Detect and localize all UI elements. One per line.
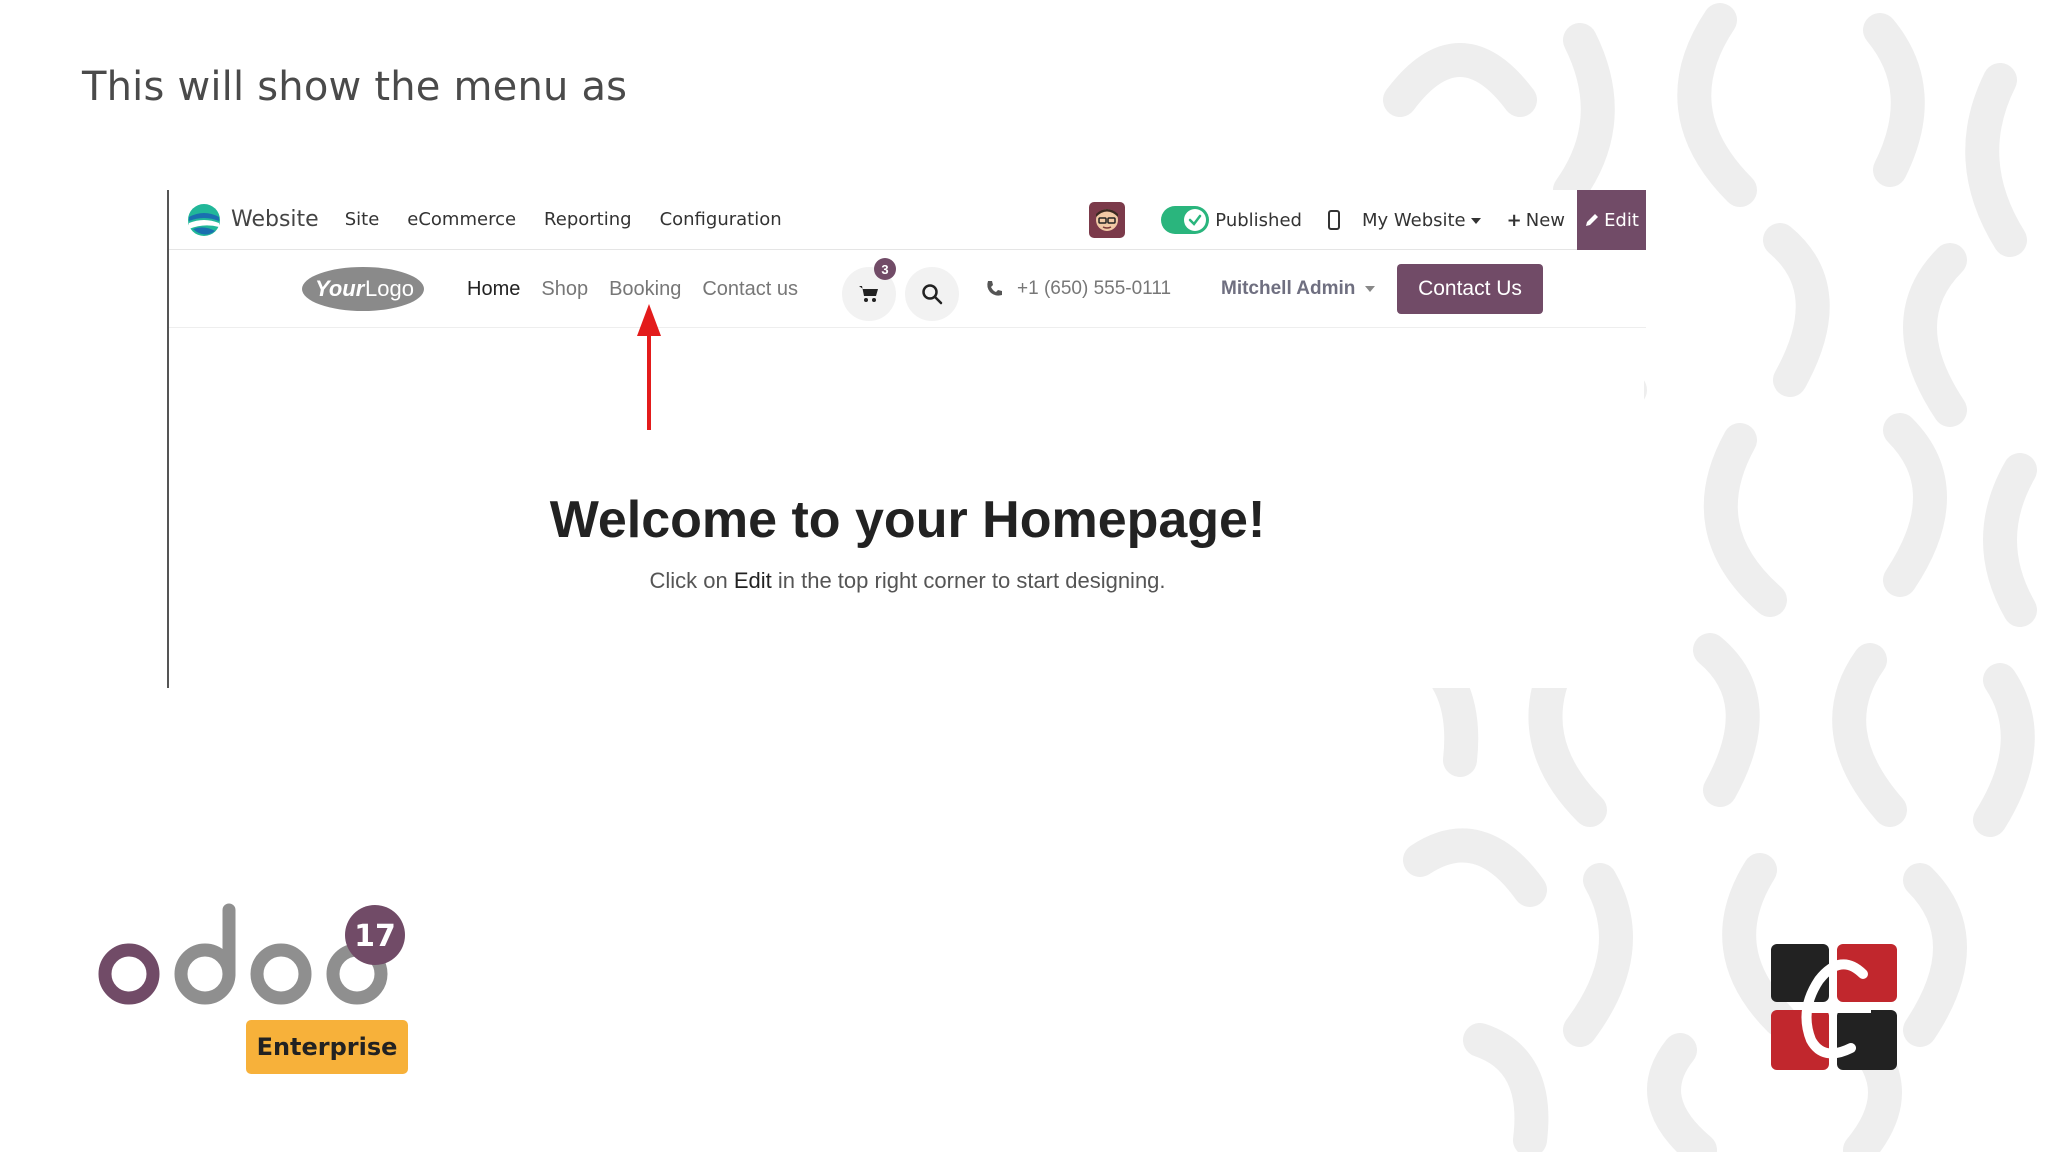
edit-button-label: Edit xyxy=(1604,209,1639,231)
welcome-bold: Homepage xyxy=(982,491,1248,549)
subtext-prefix: Click on xyxy=(649,568,734,593)
cart-count-badge: 3 xyxy=(874,258,896,280)
user-menu[interactable]: Mitchell Admin xyxy=(1221,250,1376,328)
subtext-bold: Edit xyxy=(733,568,772,593)
caret-down-icon xyxy=(1365,286,1376,292)
menu-item-booking[interactable]: Booking xyxy=(609,278,681,301)
published-toggle[interactable] xyxy=(1161,206,1210,234)
pencil-icon xyxy=(1586,214,1599,226)
website-header: Your Logo Home Shop Booking Contact us 3 xyxy=(169,250,1646,328)
user-avatar[interactable] xyxy=(1089,202,1126,238)
odoo-version: 17 xyxy=(354,919,396,954)
odoo-admin-bar: Website Site eCommerce Reporting Configu… xyxy=(169,190,1646,250)
admin-menu-configuration[interactable]: Configuration xyxy=(660,209,782,230)
enterprise-badge: Enterprise xyxy=(246,1020,408,1074)
menu-item-shop[interactable]: Shop xyxy=(541,278,588,301)
avatar-face-icon xyxy=(1096,209,1119,231)
phone-icon xyxy=(987,281,1002,296)
admin-menu-reporting[interactable]: Reporting xyxy=(544,209,632,230)
welcome-suffix: ! xyxy=(1247,491,1266,549)
new-button-label: New xyxy=(1525,209,1565,231)
cart-button[interactable]: 3 xyxy=(842,258,896,321)
website-switcher-label: My Website xyxy=(1361,209,1466,231)
website-icon xyxy=(188,203,220,236)
mobile-preview-icon[interactable] xyxy=(1327,210,1340,230)
phone-link[interactable]: +1 (650) 555-0111 xyxy=(985,250,1171,328)
phone-number: +1 (650) 555-0111 xyxy=(1017,278,1172,299)
subtext-suffix: in the top right corner to start designi… xyxy=(771,568,1166,593)
welcome-heading: Welcome to your Homepage! xyxy=(169,490,1646,550)
caret-down-icon xyxy=(1470,217,1481,224)
app-brand-label: Website xyxy=(231,207,319,232)
website-screenshot: Website Site eCommerce Reporting Configu… xyxy=(167,190,1646,688)
admin-bar-actions: Published My Website + New Edit xyxy=(1089,190,1646,250)
published-label: Published xyxy=(1215,209,1302,231)
toggle-knob xyxy=(1184,209,1207,231)
app-brand[interactable]: Website xyxy=(187,203,319,237)
plus-icon: + xyxy=(1506,209,1522,231)
slide-title: This will show the menu as xyxy=(82,64,628,110)
website-switcher[interactable]: My Website xyxy=(1362,210,1481,231)
menu-item-contact-us[interactable]: Contact us xyxy=(702,278,798,301)
svg-text:Logo: Logo xyxy=(365,276,414,301)
search-button[interactable] xyxy=(905,267,959,321)
welcome-prefix: Welcome to your xyxy=(549,491,983,549)
contact-us-button[interactable]: Contact Us xyxy=(1397,264,1543,314)
search-icon xyxy=(922,284,943,305)
company-logo xyxy=(1771,944,1897,1070)
edit-button[interactable]: Edit xyxy=(1577,190,1646,250)
admin-menu-site[interactable]: Site xyxy=(345,209,380,230)
new-button[interactable]: + New xyxy=(1507,210,1565,231)
menu-item-home[interactable]: Home xyxy=(467,278,520,301)
admin-menu: Site eCommerce Reporting Configuration xyxy=(345,209,810,230)
annotation-arrow-icon xyxy=(637,304,661,430)
user-name: Mitchell Admin xyxy=(1221,278,1356,299)
admin-menu-ecommerce[interactable]: eCommerce xyxy=(407,209,516,230)
welcome-subtext: Click on Edit in the top right corner to… xyxy=(169,568,1646,594)
svg-text:Your: Your xyxy=(315,276,366,301)
your-logo[interactable]: Your Logo xyxy=(301,264,425,314)
cart-icon xyxy=(859,286,878,302)
check-icon xyxy=(1189,214,1202,226)
